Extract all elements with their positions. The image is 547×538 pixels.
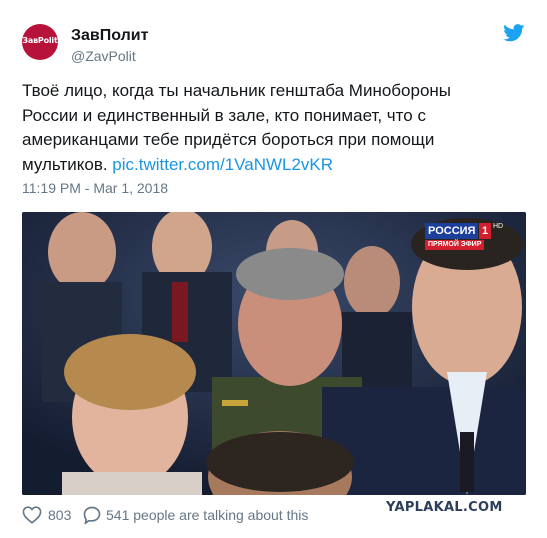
reply-bubble-icon[interactable] xyxy=(82,505,102,525)
like-count[interactable]: 803 xyxy=(48,507,71,523)
avatar[interactable]: ЗавPolit xyxy=(22,24,58,60)
tweet-card: ЗавPolit ЗавПолит @ZavPolit Твоё лицо, к… xyxy=(0,0,547,538)
channel-number: 1 xyxy=(479,223,491,239)
conversation-count[interactable]: 541 people are talking about this xyxy=(106,507,308,523)
channel-name: РОССИЯ xyxy=(425,223,479,239)
display-name[interactable]: ЗавПолит xyxy=(71,27,148,45)
tweet-media-image[interactable]: РОССИЯ 1 HD ПРЯМОЙ ЭФИР xyxy=(22,212,526,495)
channel-logo: РОССИЯ 1 HD ПРЯМОЙ ЭФИР xyxy=(425,223,507,251)
user-handle[interactable]: @ZavPolit xyxy=(71,48,136,64)
tv-broadcast-photo xyxy=(22,212,526,495)
site-watermark: YAPLAKAL.COM xyxy=(386,500,503,515)
tweet-text: Твоё лицо, когда ты начальник генштаба М… xyxy=(22,79,492,177)
tweet-media-link[interactable]: pic.twitter.com/1VaNWL2vKR xyxy=(112,155,333,174)
twitter-bird-icon[interactable] xyxy=(503,24,525,42)
live-broadcast-label: ПРЯМОЙ ЭФИР xyxy=(425,240,485,250)
heart-icon[interactable] xyxy=(22,506,42,524)
avatar-logo-text: ЗавPolit xyxy=(22,36,58,45)
tweet-timestamp[interactable]: 11:19 PM - Mar 1, 2018 xyxy=(22,180,168,196)
channel-hd-label: HD xyxy=(493,223,504,230)
